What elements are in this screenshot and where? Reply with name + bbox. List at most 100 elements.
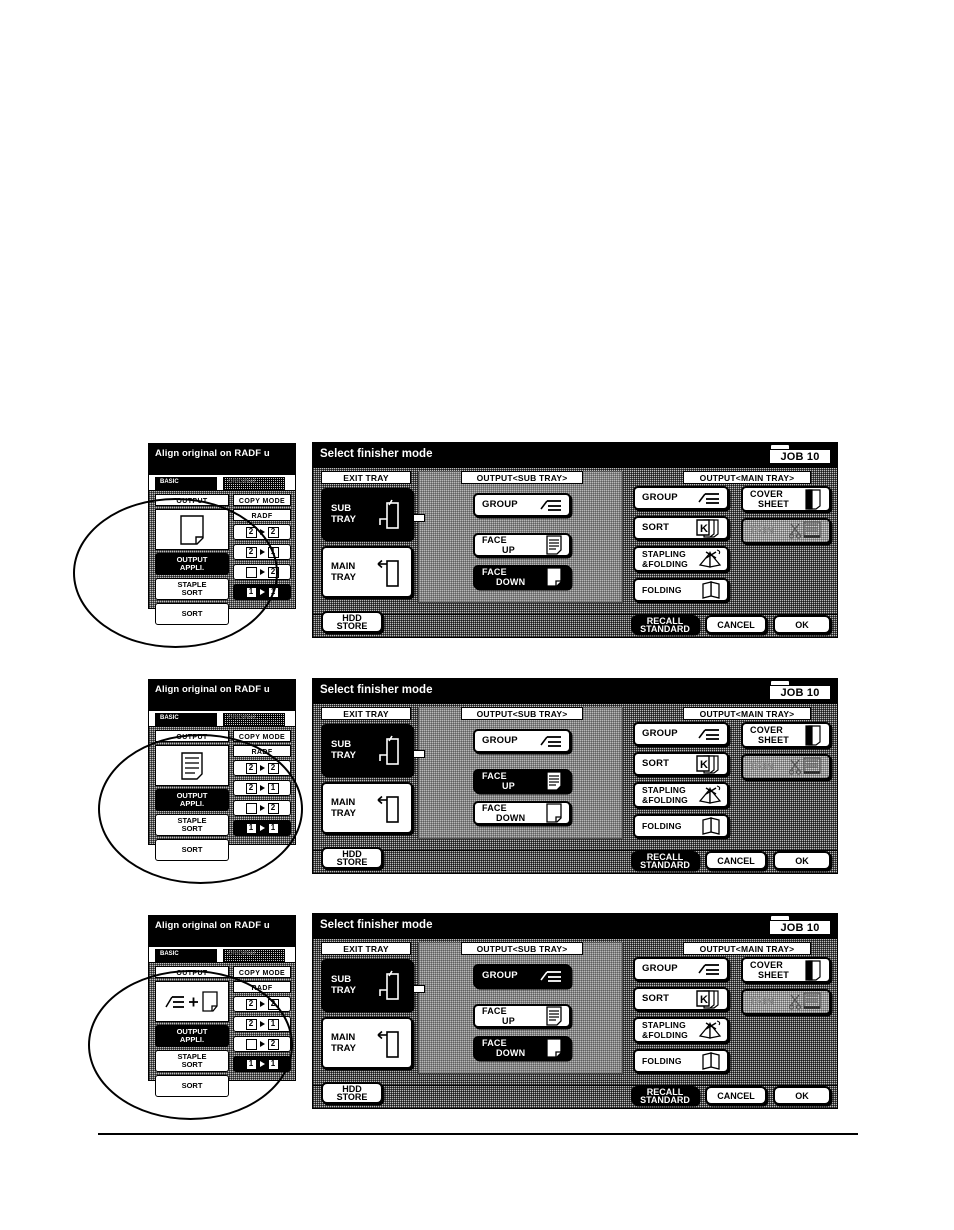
- job-tab-2[interactable]: JOB 10: [769, 681, 831, 700]
- recall-standard-line2-1: STANDARD: [640, 623, 690, 634]
- arrow-icon: [259, 1041, 265, 1047]
- arrow-icon: [259, 1021, 265, 1027]
- sub-face-up-button-2[interactable]: FACE UP: [473, 769, 571, 793]
- finisher-title-3: Select finisher mode: [320, 919, 433, 931]
- copy-mode-book-to2-3[interactable]: 2: [233, 1036, 291, 1052]
- tab-original-1[interactable]: ORIGINAL: [223, 477, 285, 490]
- main-stapling-line1-3: STAPLING: [642, 1020, 686, 1030]
- recall-standard-button-2[interactable]: RECALL STANDARD: [631, 851, 699, 870]
- main-stapling-folding-button-2[interactable]: STAPLING &FOLDING: [633, 782, 729, 808]
- main-tray-button-1[interactable]: MAIN TRAY: [321, 546, 413, 598]
- main-sort-button-3[interactable]: SORT K: [633, 987, 729, 1011]
- job-tab-3[interactable]: JOB 10: [769, 916, 831, 935]
- copy-mode-2to2-2[interactable]: 2 2: [233, 760, 291, 776]
- trim-button-1[interactable]: TRIM: [741, 518, 831, 544]
- recall-standard-button-3[interactable]: RECALL STANDARD: [631, 1086, 699, 1105]
- sub-face-up-button-1[interactable]: FACE UP: [473, 533, 571, 557]
- copy-mode-2to1-2[interactable]: 2 1: [233, 780, 291, 796]
- main-folding-button-1[interactable]: FOLDING: [633, 578, 729, 602]
- cover-sheet-button-1[interactable]: COVER SHEET: [741, 486, 831, 512]
- main-group-button-3[interactable]: GROUP: [633, 957, 729, 981]
- tab-original-2[interactable]: ORIGINAL: [223, 713, 285, 726]
- ok-button-3[interactable]: OK: [773, 1086, 831, 1105]
- arrow-icon: [259, 785, 265, 791]
- main-stapling-folding-button-3[interactable]: STAPLING &FOLDING: [633, 1017, 729, 1043]
- copier-basic-screen-2: Align original on RADF u BASIC ORIGINAL …: [148, 679, 296, 861]
- staple-sort-button-3[interactable]: STAPLE SORT: [155, 1050, 229, 1072]
- output-column-header-2: OUTPUT: [155, 730, 229, 742]
- finisher-body-2: EXIT TRAY OUTPUT<SUB TRAY> OUTPUT<MAIN T…: [313, 704, 837, 850]
- main-tray-icon: [375, 1026, 401, 1060]
- tab-basic-2[interactable]: BASIC: [155, 713, 217, 726]
- finisher-title-bar-3: Select finisher mode JOB 10: [313, 914, 837, 939]
- output-appli-button-2[interactable]: OUTPUT APPLI.: [155, 789, 229, 811]
- cancel-button-2[interactable]: CANCEL: [705, 851, 767, 870]
- main-stapling-label-2: STAPLING &FOLDING: [635, 785, 688, 805]
- cover-sheet-button-2[interactable]: COVER SHEET: [741, 722, 831, 748]
- sort-button-3[interactable]: SORT: [155, 1075, 229, 1097]
- sub-face-down-line1-3: FACE: [482, 1038, 507, 1048]
- svg-text:K: K: [700, 523, 708, 535]
- sub-face-down-button-3[interactable]: FACE DOWN: [473, 1036, 571, 1060]
- sort-button-1[interactable]: SORT: [155, 603, 229, 625]
- copy-mode-header-2: COPY MODE: [233, 730, 291, 742]
- sort-label-1: SORT: [181, 609, 203, 618]
- sub-group-button-2[interactable]: GROUP: [473, 729, 571, 753]
- copy-mode-2to1-1[interactable]: 2 1: [233, 544, 291, 560]
- copy-mode-1to1-3[interactable]: 1 1: [233, 1056, 291, 1072]
- ok-button-2[interactable]: OK: [773, 851, 831, 870]
- tab-basic-1[interactable]: BASIC: [155, 477, 217, 490]
- sub-tray-button-2[interactable]: SUB TRAY: [321, 724, 413, 776]
- sort-button-2[interactable]: SORT: [155, 839, 229, 861]
- ok-button-1[interactable]: OK: [773, 615, 831, 634]
- main-tray-button-2[interactable]: MAIN TRAY: [321, 782, 413, 834]
- tab-basic-3[interactable]: BASIC: [155, 949, 217, 962]
- main-group-button-2[interactable]: GROUP: [633, 722, 729, 746]
- output-appli-button-3[interactable]: OUTPUT APPLI.: [155, 1025, 229, 1047]
- main-stapling-line2-3: &FOLDING: [642, 1030, 688, 1040]
- main-sort-button-1[interactable]: SORT K: [633, 516, 729, 540]
- group-icon: [697, 490, 721, 506]
- main-stapling-folding-button-1[interactable]: STAPLING &FOLDING: [633, 546, 729, 572]
- sub-face-down-button-2[interactable]: FACE DOWN: [473, 801, 571, 825]
- copy-mode-book-to2-1[interactable]: 2: [233, 564, 291, 580]
- copy-mode-1to1-2[interactable]: 1 1: [233, 820, 291, 836]
- sub-group-button-3[interactable]: GROUP: [473, 964, 571, 988]
- main-sort-button-2[interactable]: SORT K: [633, 752, 729, 776]
- tab-original-3[interactable]: ORIGINAL: [223, 949, 285, 962]
- copy-mode-book-to-1: 2: [267, 566, 279, 578]
- main-tray-button-3[interactable]: MAIN TRAY: [321, 1017, 413, 1069]
- main-folding-button-3[interactable]: FOLDING: [633, 1049, 729, 1073]
- cancel-button-1[interactable]: CANCEL: [705, 615, 767, 634]
- trim-button-2[interactable]: TRIM: [741, 754, 831, 780]
- tab-basic-label-1: BASIC: [160, 479, 179, 485]
- sub-face-up-button-3[interactable]: FACE UP: [473, 1004, 571, 1028]
- sub-face-down-button-1[interactable]: FACE DOWN: [473, 565, 571, 589]
- recall-standard-button-1[interactable]: RECALL STANDARD: [631, 615, 699, 634]
- main-tray-text-1: MAIN TRAY: [323, 561, 356, 583]
- copy-mode-1to1-1[interactable]: 1 1: [233, 584, 291, 600]
- copy-mode-2to1-3[interactable]: 2 1: [233, 1016, 291, 1032]
- finisher-body-1: EXIT TRAY OUTPUT<SUB TRAY> OUTPUT<MAIN T…: [313, 468, 837, 614]
- staple-sort-button-1[interactable]: STAPLE SORT: [155, 578, 229, 600]
- main-folding-button-2[interactable]: FOLDING: [633, 814, 729, 838]
- sub-group-button-1[interactable]: GROUP: [473, 493, 571, 517]
- cancel-button-3[interactable]: CANCEL: [705, 1086, 767, 1105]
- job-tab-1[interactable]: JOB 10: [769, 445, 831, 464]
- sub-tray-button-1[interactable]: SUB TRAY: [321, 488, 413, 540]
- cover-sheet-button-3[interactable]: COVER SHEET: [741, 957, 831, 983]
- trim-icon: [789, 991, 823, 1013]
- copy-mode-book-to2-2[interactable]: 2: [233, 800, 291, 816]
- main-group-button-1[interactable]: GROUP: [633, 486, 729, 510]
- tab-original-label-1: ORIGINAL: [228, 479, 258, 485]
- hdd-store-button-3[interactable]: HDD STORE: [321, 1082, 383, 1104]
- copy-mode-2to2-1[interactable]: 2 2: [233, 524, 291, 540]
- copy-mode-2to2-3[interactable]: 2 2: [233, 996, 291, 1012]
- trim-button-3[interactable]: TRIM: [741, 989, 831, 1015]
- output-appli-button-1[interactable]: OUTPUT APPLI.: [155, 553, 229, 575]
- sub-tray-button-3[interactable]: SUB TRAY: [321, 959, 413, 1011]
- hdd-store-button-1[interactable]: HDD STORE: [321, 611, 383, 633]
- staple-sort-button-2[interactable]: STAPLE SORT: [155, 814, 229, 836]
- hdd-store-button-2[interactable]: HDD STORE: [321, 847, 383, 869]
- sub-tray-line1-3: SUB: [331, 974, 352, 985]
